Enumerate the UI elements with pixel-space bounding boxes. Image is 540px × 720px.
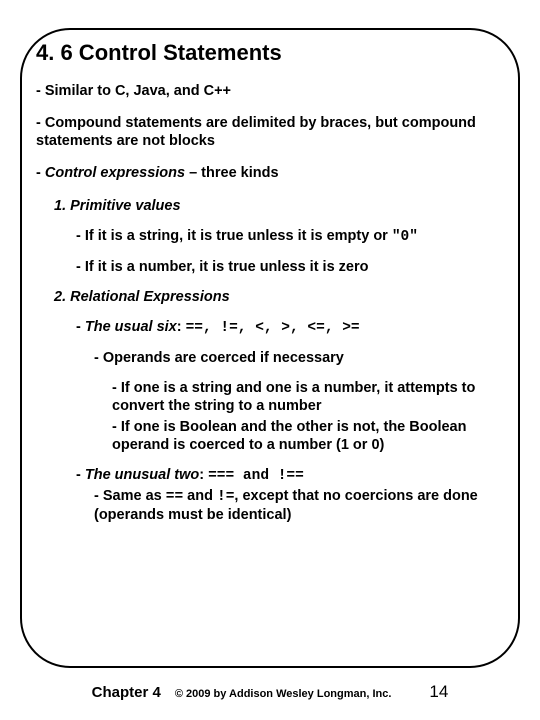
copyright-text: © 2009 by Addison Wesley Longman, Inc. — [175, 688, 392, 700]
code-text: == — [166, 489, 183, 505]
bullet-compound: - Compound statements are delimited by b… — [36, 114, 514, 150]
bullet-relational: 2. Relational Expressions — [54, 288, 514, 306]
slide-content: 4. 6 Control Statements - Similar to C, … — [36, 40, 514, 650]
bullet-coerce-string: - If one is a string and one is a number… — [112, 379, 514, 415]
text-italic: Primitive values — [70, 198, 180, 214]
code-text: != — [217, 489, 234, 505]
chapter-label: Chapter 4 — [92, 684, 161, 701]
text-italic: The usual six — [85, 319, 177, 335]
slide-title: 4. 6 Control Statements — [36, 40, 514, 66]
code-text: ==, !=, <, >, <=, >= — [186, 320, 360, 336]
bullet-primitive: 1. Primitive values — [54, 197, 514, 215]
text-italic: The unusual two — [85, 467, 199, 483]
text: - — [76, 467, 85, 483]
code-text: === and !== — [208, 468, 304, 484]
bullet-coerced: - Operands are coerced if necessary — [94, 349, 514, 367]
text: - — [36, 165, 45, 181]
text: - — [76, 319, 85, 335]
bullet-coerce-bool: - If one is Boolean and the other is not… — [112, 418, 514, 454]
text: and — [183, 488, 217, 504]
text: : — [177, 319, 186, 335]
text: : — [199, 467, 208, 483]
text: 2. — [54, 289, 70, 305]
text-italic: Control expressions — [45, 165, 185, 181]
text: 1. — [54, 198, 70, 214]
bullet-control: - Control expressions – three kinds — [36, 164, 514, 182]
bullet-prim-string: - If it is a string, it is true unless i… — [76, 227, 514, 246]
text: - If it is a string, it is true unless i… — [76, 228, 392, 244]
bullet-similar: - Similar to C, Java, and C++ — [36, 82, 514, 100]
page-number: 14 — [429, 682, 448, 702]
bullet-same-as: - Same as == and !=, except that no coer… — [94, 487, 514, 524]
text: - Same as — [94, 488, 166, 504]
code-text: "0" — [392, 229, 418, 245]
text: – three kinds — [185, 165, 278, 181]
footer: Chapter 4 © 2009 by Addison Wesley Longm… — [0, 682, 540, 702]
bullet-prim-number: - If it is a number, it is true unless i… — [76, 258, 514, 276]
bullet-usual-six: - The usual six: ==, !=, <, >, <=, >= — [76, 318, 514, 337]
text-italic: Relational Expressions — [70, 289, 230, 305]
bullet-unusual-two: - The unusual two: === and !== — [76, 466, 514, 485]
